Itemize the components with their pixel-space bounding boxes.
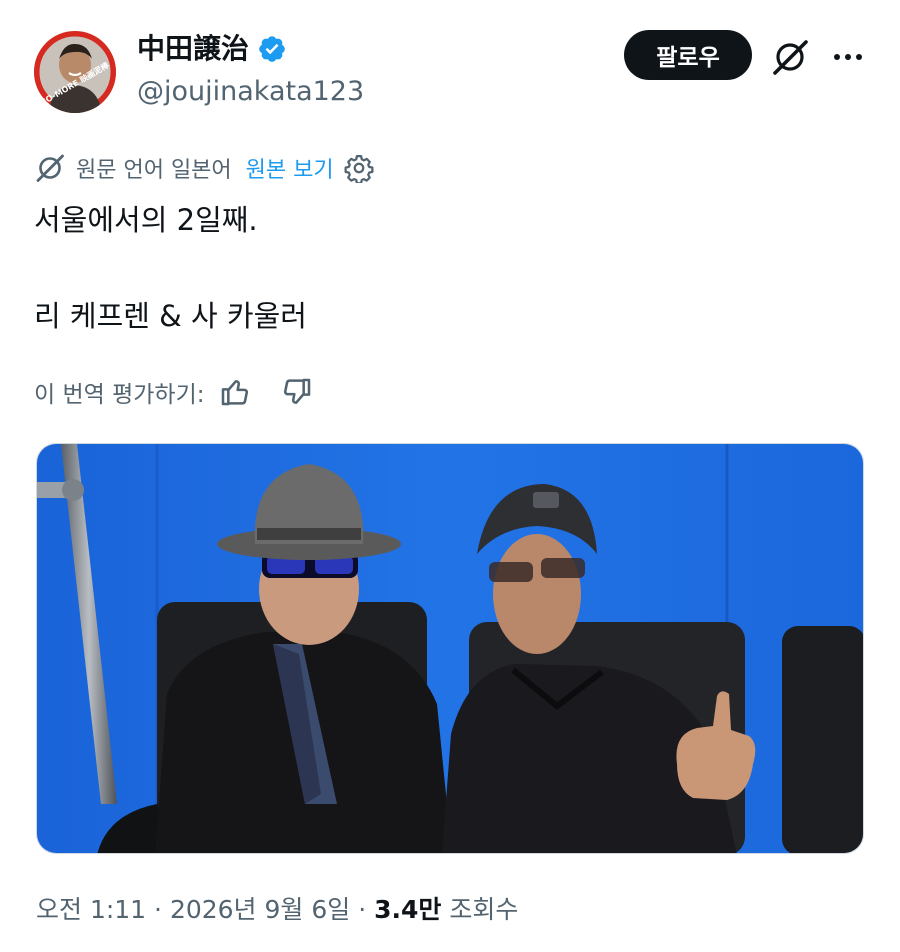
avatar-image: NO-MORE 映画泥棒 — [34, 31, 116, 113]
more-dot — [845, 54, 851, 60]
gear-icon[interactable] — [344, 153, 374, 183]
tweet-time[interactable]: 오전 1:11 — [36, 895, 146, 924]
translate-icon — [36, 154, 64, 182]
more-icon[interactable] — [828, 37, 868, 77]
rate-translation: 이 번역 평가하기: — [34, 372, 313, 412]
thumbs-up-icon[interactable] — [219, 376, 251, 408]
grok-icon[interactable] — [770, 37, 810, 77]
follow-button[interactable]: 팔로우 — [624, 30, 752, 80]
tweet-meta: 오전 1:11 · 2026년 9월 6일 · 3.4만 조회수 — [36, 890, 518, 930]
views-label: 조회수 — [441, 895, 519, 924]
translation-notice-text: 원문 언어 일본어 — [76, 158, 232, 183]
translation-notice: 원문 언어 일본어 원본 보기 — [34, 148, 374, 188]
tweet-photo[interactable] — [36, 443, 864, 854]
meta-separator: · — [146, 895, 170, 924]
avatar[interactable]: NO-MORE 映画泥棒 — [34, 31, 116, 113]
more-dot — [856, 54, 862, 60]
tweet-text: 서울에서의 2일째. 리 케프렌 & 사 카울러 — [34, 196, 307, 340]
more-dot — [834, 54, 840, 60]
tweet-page: NO-MORE 映画泥棒 中田譲治 @joujinakata123 팔로우 원문… — [0, 0, 900, 952]
author-display-name[interactable]: 中田譲治 — [137, 30, 249, 68]
tweet-text-line: 서울에서의 2일째. — [34, 203, 258, 237]
views-count: 3.4만 — [374, 895, 442, 924]
author-handle[interactable]: @joujinakata123 — [137, 74, 364, 110]
author-name-row[interactable]: 中田譲治 — [137, 30, 287, 68]
tweet-date[interactable]: 2026년 9월 6일 — [170, 895, 350, 924]
tweet-photo-image — [37, 444, 863, 853]
verified-badge-icon — [259, 36, 285, 62]
tweet-text-line: 리 케프렌 & 사 카울러 — [34, 299, 307, 333]
show-original-link[interactable]: 원본 보기 — [246, 152, 334, 184]
meta-separator: · — [350, 895, 375, 924]
thumbs-down-icon[interactable] — [281, 376, 313, 408]
rate-translation-label: 이 번역 평가하기: — [34, 382, 205, 408]
